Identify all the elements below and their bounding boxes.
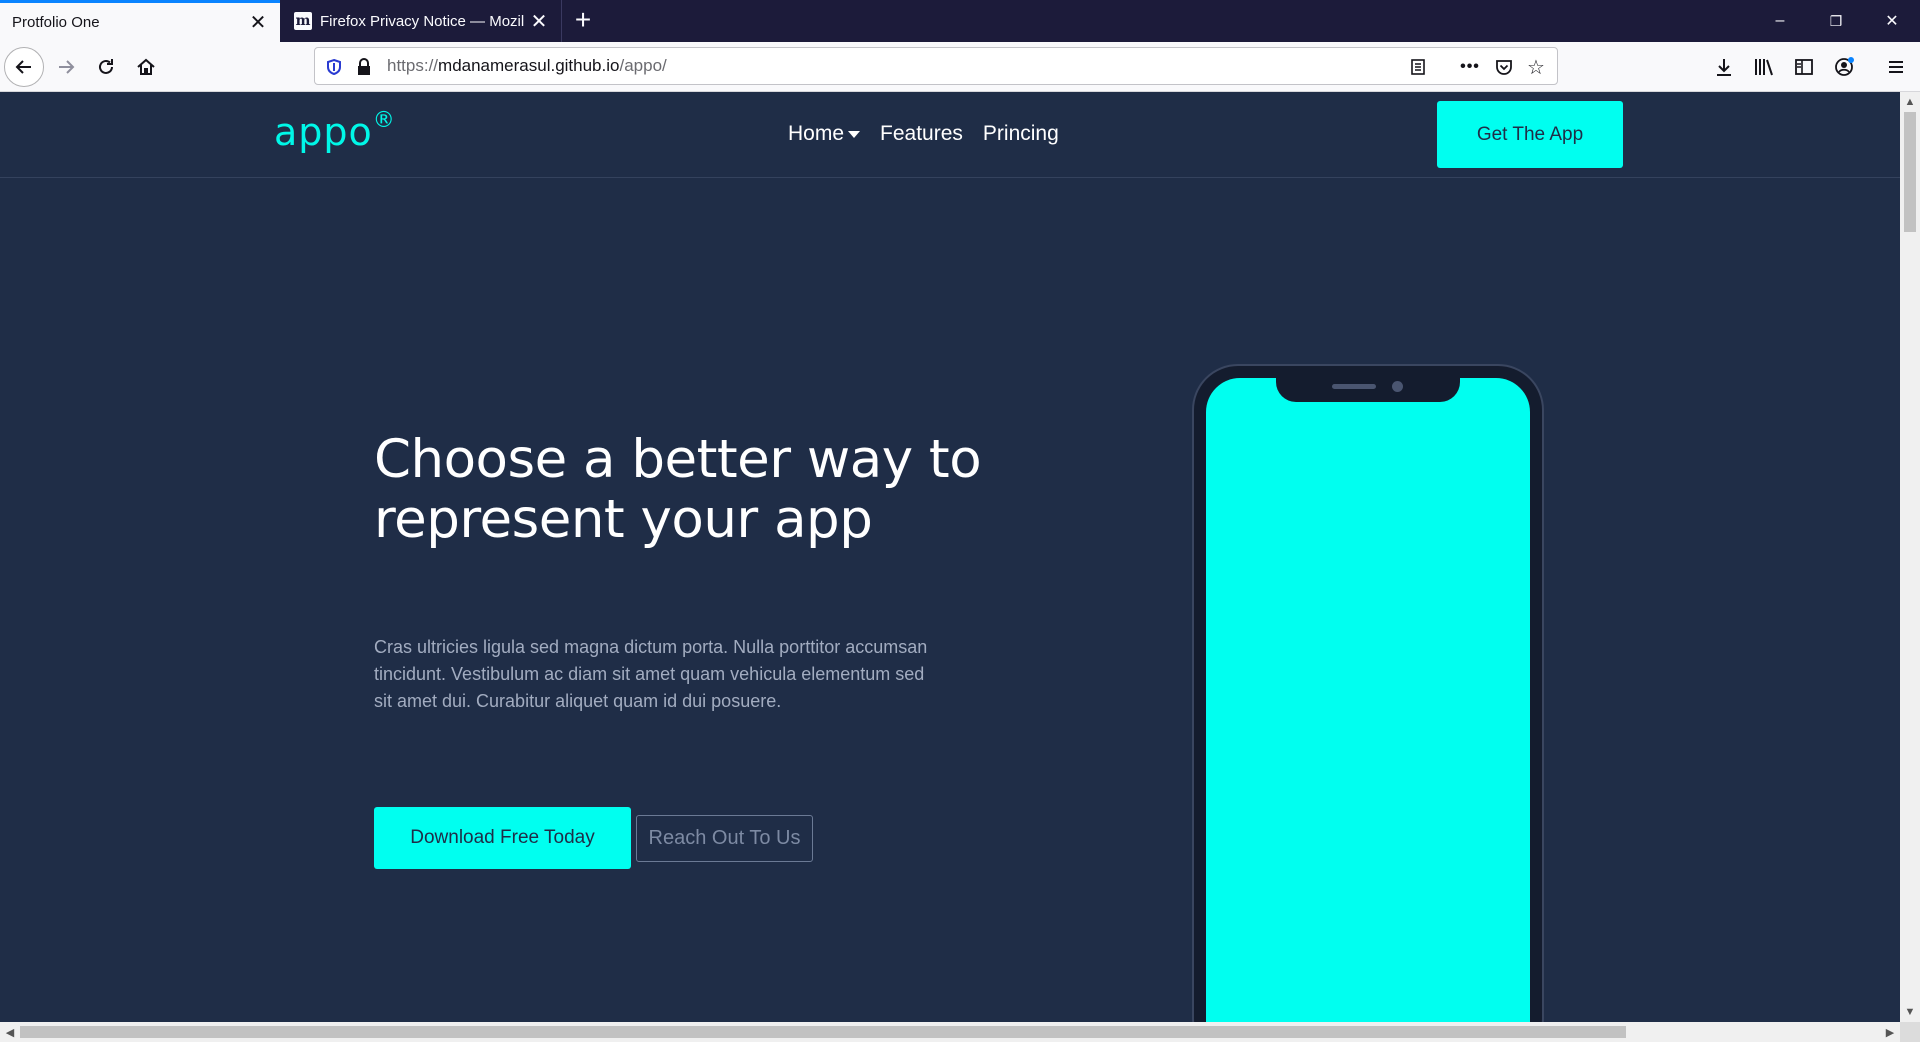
phone-notch <box>1276 376 1460 402</box>
get-the-app-button[interactable]: Get The App <box>1437 101 1623 168</box>
account-icon[interactable] <box>1832 55 1856 79</box>
camera-icon <box>1392 381 1403 392</box>
nav-home-label: Home <box>788 122 845 145</box>
page-viewport: appo® Home Features Princing Get The App… <box>0 92 1900 1022</box>
reader-view-icon[interactable] <box>1407 56 1429 78</box>
download-free-today-button[interactable]: Download Free Today <box>374 807 631 869</box>
nav-features[interactable]: Features <box>880 122 963 146</box>
vertical-scroll-thumb[interactable] <box>1904 112 1916 232</box>
library-icon[interactable] <box>1752 55 1776 79</box>
reload-icon[interactable] <box>86 47 126 87</box>
mozilla-favicon-icon: m <box>294 12 312 30</box>
phone-screen <box>1206 378 1530 1022</box>
hero-title: Choose a better way to represent your ap… <box>374 430 994 550</box>
sidebar-icon[interactable] <box>1792 55 1816 79</box>
tab-firefox-privacy-notice[interactable]: m Firefox Privacy Notice — Mozilla ✕ <box>280 0 562 42</box>
hero-title-line-1: Choose a better way to <box>374 429 982 490</box>
site-logo[interactable]: appo® <box>274 108 396 154</box>
main-menu: Home Features Princing <box>788 122 1059 146</box>
restore-icon[interactable]: ❐ <box>1808 0 1864 42</box>
bookmark-star-icon[interactable]: ☆ <box>1525 56 1547 79</box>
forward-icon[interactable] <box>46 47 86 87</box>
speaker-icon <box>1332 384 1376 389</box>
tab-title: Firefox Privacy Notice — Mozilla <box>320 12 525 30</box>
phone-mockup <box>1192 364 1544 1022</box>
tab-title: Protfolio One <box>12 14 100 31</box>
downloads-icon[interactable] <box>1712 55 1736 79</box>
scroll-down-arrow-icon[interactable]: ▼ <box>1900 1002 1920 1022</box>
home-icon[interactable] <box>126 47 166 87</box>
scroll-up-arrow-icon[interactable]: ▲ <box>1900 92 1920 112</box>
url-text[interactable]: https://mdanamerasul.github.io/appo/ <box>387 56 667 76</box>
scrollbar-corner <box>1900 1022 1920 1042</box>
pocket-icon[interactable] <box>1493 56 1515 78</box>
logo-text: appo <box>274 110 373 154</box>
tracking-shield-icon[interactable] <box>323 56 345 78</box>
nav-home[interactable]: Home <box>788 122 861 146</box>
hero-description: Cras ultricies ligula sed magna dictum p… <box>374 637 928 711</box>
window-close-icon[interactable]: ✕ <box>1864 0 1920 42</box>
hero-title-line-2: represent your app <box>374 489 873 550</box>
scroll-left-arrow-icon[interactable]: ◀ <box>0 1022 20 1042</box>
tab-protfolio-one[interactable]: Protfolio One ✕ <box>0 0 280 42</box>
close-tab-icon[interactable]: ✕ <box>244 9 272 37</box>
vertical-scrollbar[interactable]: ▲ ▼ <box>1900 92 1920 1022</box>
more-icon[interactable]: ••• <box>1459 56 1481 78</box>
caret-down-icon <box>848 130 861 138</box>
menu-icon[interactable] <box>1884 55 1908 79</box>
scroll-right-arrow-icon[interactable]: ▶ <box>1880 1022 1900 1042</box>
minimize-icon[interactable]: – <box>1752 0 1808 42</box>
url-path: /appo/ <box>619 56 667 75</box>
back-icon[interactable] <box>4 47 44 87</box>
url-host: mdanamerasul.github.io <box>438 56 620 75</box>
horizontal-scrollbar[interactable]: ◀ ▶ <box>0 1022 1900 1042</box>
navigation-toolbar: https://mdanamerasul.github.io/appo/ •••… <box>0 42 1920 92</box>
url-scheme: https:// <box>387 56 439 75</box>
site-header: appo® Home Features Princing Get The App <box>0 92 1900 178</box>
registered-mark: ® <box>372 108 396 134</box>
lock-icon[interactable] <box>353 56 375 78</box>
nav-princing[interactable]: Princing <box>983 122 1059 146</box>
url-bar[interactable]: https://mdanamerasul.github.io/appo/ •••… <box>314 47 1558 85</box>
horizontal-scroll-thumb[interactable] <box>20 1026 1626 1038</box>
reach-out-to-us-button[interactable]: Reach Out To Us <box>636 815 813 862</box>
plus-icon[interactable]: + <box>568 6 598 36</box>
tab-strip: Protfolio One ✕ m Firefox Privacy Notice… <box>0 0 1920 42</box>
close-tab-icon[interactable]: ✕ <box>525 7 553 35</box>
